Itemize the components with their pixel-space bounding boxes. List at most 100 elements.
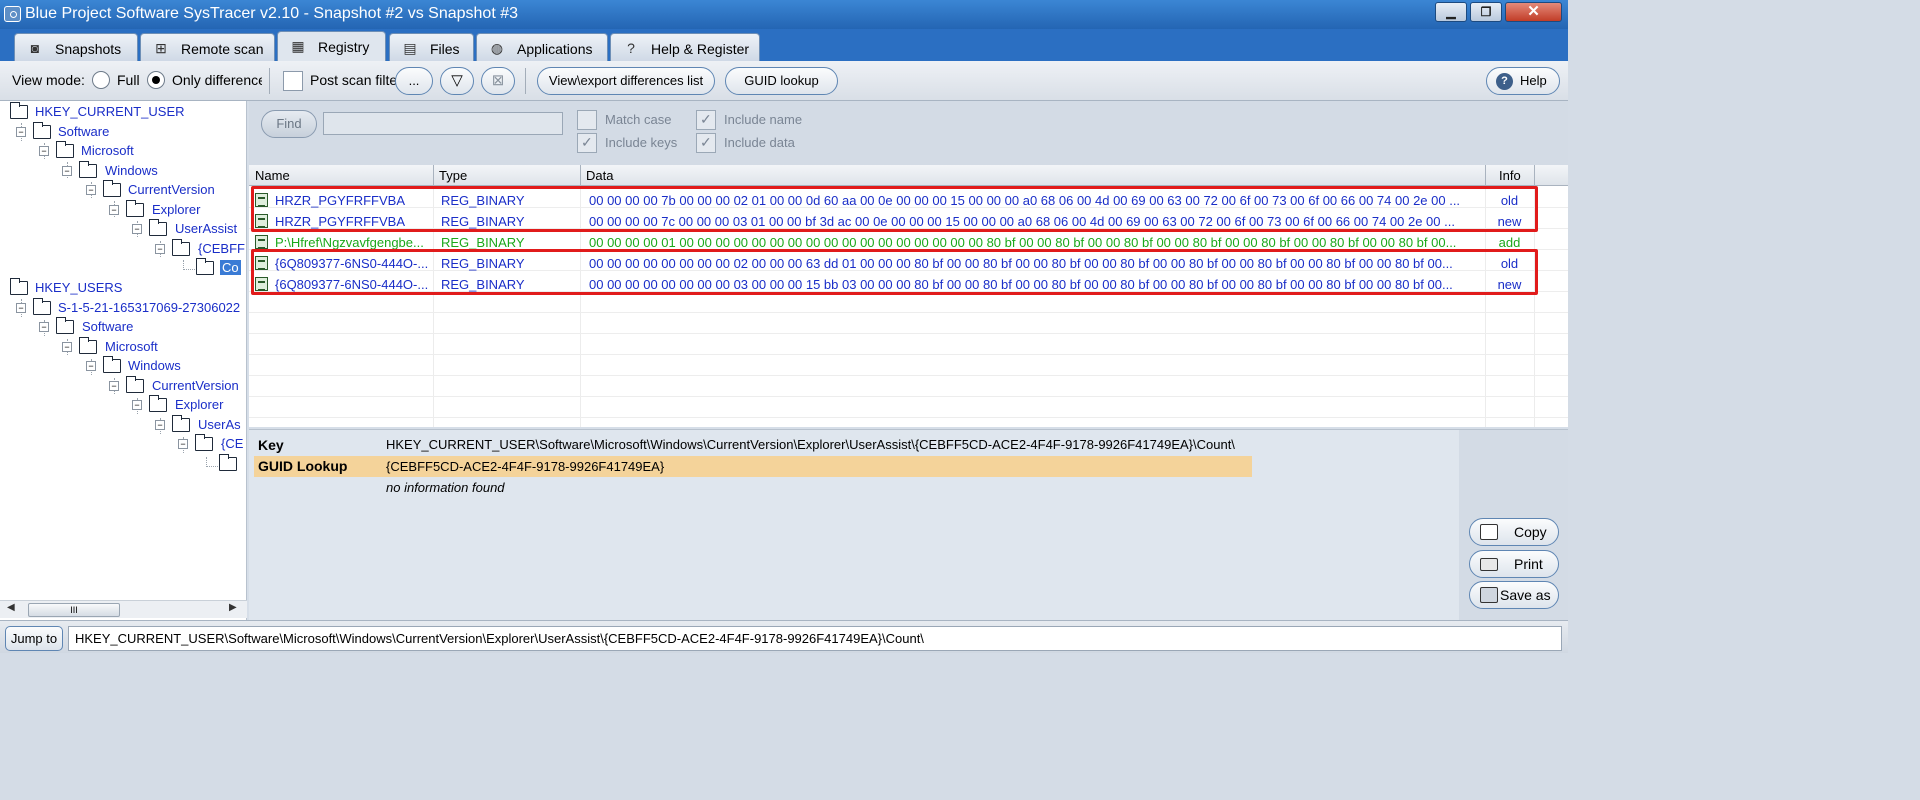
- collapse-icon[interactable]: −: [39, 322, 49, 332]
- camera-icon: ◙: [30, 40, 40, 56]
- view-export-differences-button[interactable]: View\export differences list: [537, 67, 715, 95]
- clear-filter-icon[interactable]: ⊠: [481, 67, 515, 95]
- tree-horizontal-scrollbar[interactable]: ◀ III ▶: [0, 600, 247, 618]
- tree-node-explorer[interactable]: − Explorer: [0, 200, 246, 220]
- column-header-info[interactable]: Info: [1499, 168, 1521, 183]
- tree-node-count[interactable]: Co: [0, 258, 246, 278]
- tree-node-microsoft[interactable]: − Microsoft: [0, 141, 246, 161]
- jump-to-button[interactable]: Jump to: [5, 626, 63, 651]
- tree-node-explorer[interactable]: − Explorer: [0, 395, 246, 415]
- collapse-icon[interactable]: −: [155, 420, 165, 430]
- tab-label: Snapshots: [55, 41, 122, 57]
- tree-node-currentversion[interactable]: − CurrentVersion: [0, 376, 246, 396]
- collapse-icon[interactable]: −: [178, 439, 188, 449]
- tree-node-software[interactable]: − Software: [0, 122, 246, 142]
- jump-path-input[interactable]: HKEY_CURRENT_USER\Software\Microsoft\Win…: [68, 626, 1562, 651]
- tab-applications[interactable]: ◍ Applications: [476, 33, 608, 61]
- grid-header: Name Type Data Info: [249, 165, 1568, 186]
- collapse-icon[interactable]: −: [155, 244, 165, 254]
- collapse-icon[interactable]: −: [109, 381, 119, 391]
- collapse-icon[interactable]: −: [86, 361, 96, 371]
- tree-node-cebff[interactable]: − {CEBFF: [0, 239, 246, 259]
- collapse-icon[interactable]: −: [86, 185, 96, 195]
- tree-node-hkey-current-user[interactable]: HKEY_CURRENT_USER: [0, 102, 246, 122]
- systracer-window: Blue Project Software SysTracer v2.10 - …: [0, 0, 1568, 653]
- collapse-icon[interactable]: −: [132, 400, 142, 410]
- find-button[interactable]: Find: [261, 110, 317, 138]
- collapse-icon[interactable]: −: [132, 224, 142, 234]
- full-label: Full: [117, 72, 140, 88]
- collapse-icon[interactable]: −: [16, 303, 26, 313]
- scroll-right-icon[interactable]: ▶: [229, 602, 237, 613]
- full-radio[interactable]: [92, 71, 110, 89]
- maximize-button[interactable]: ❐: [1470, 2, 1502, 22]
- filter-options-button[interactable]: ...: [395, 67, 433, 95]
- registry-tree: HKEY_CURRENT_USER − Software − Microsoft…: [0, 101, 247, 620]
- tree-node-label: Windows: [105, 163, 158, 178]
- folder-icon: [172, 415, 190, 432]
- guid-lookup-label: GUID Lookup: [258, 458, 348, 474]
- print-button[interactable]: Print: [1469, 550, 1559, 578]
- tree-node-software[interactable]: − Software: [0, 317, 246, 337]
- tree-node-user-sid[interactable]: − S-1-5-21-165317069-27306022: [0, 298, 246, 318]
- checkbox-box: [577, 133, 597, 153]
- tree-node-label: Explorer: [175, 397, 224, 412]
- toolbar-separator: [269, 68, 270, 94]
- copy-button[interactable]: Copy: [1469, 518, 1559, 546]
- include-keys-label: Include keys: [605, 135, 678, 150]
- collapse-icon[interactable]: −: [62, 342, 72, 352]
- registry-icon: ▦: [291, 37, 305, 54]
- only-differences-label: Only differences: [172, 72, 262, 88]
- collapse-icon[interactable]: −: [109, 205, 119, 215]
- tab-registry[interactable]: ▦ Registry: [277, 31, 386, 62]
- tree-node-microsoft[interactable]: − Microsoft: [0, 337, 246, 357]
- close-button[interactable]: ✕: [1505, 2, 1562, 22]
- tab-files[interactable]: ▤ Files: [389, 33, 474, 61]
- tree-node-label: Software: [58, 124, 110, 139]
- printer-icon: [1480, 558, 1498, 571]
- column-header-data[interactable]: Data: [586, 168, 613, 183]
- tab-remote-scan[interactable]: ⊞ Remote scan: [140, 33, 275, 61]
- jump-bar: Jump to HKEY_CURRENT_USER\Software\Micro…: [0, 620, 1568, 653]
- tree-node-windows[interactable]: − Windows: [0, 356, 246, 376]
- help-button[interactable]: ? Help: [1486, 67, 1560, 95]
- collapse-icon[interactable]: −: [39, 146, 49, 156]
- tree-node-windows[interactable]: − Windows: [0, 161, 246, 181]
- tree-node-label: Co: [220, 260, 241, 275]
- folder-icon: [126, 376, 144, 393]
- help-circle-icon: ?: [1496, 73, 1513, 90]
- tree-node-ce[interactable]: − {CE: [0, 434, 246, 454]
- only-differences-radio[interactable]: [147, 71, 165, 89]
- filter-icon[interactable]: ▽: [440, 67, 474, 95]
- applications-icon: ◍: [490, 39, 504, 56]
- tree-node-label: UserAs: [198, 417, 241, 432]
- save-as-button[interactable]: Save as: [1469, 581, 1559, 609]
- tab-help-register[interactable]: ? Help & Register: [610, 33, 760, 61]
- find-input[interactable]: [323, 112, 563, 135]
- folder-icon: [33, 122, 51, 139]
- folder-icon: [79, 161, 97, 178]
- guid-lookup-button[interactable]: GUID lookup: [725, 67, 838, 95]
- highlight-box: [251, 186, 1538, 232]
- tab-bar: ◙ Snapshots ⊞ Remote scan ▦ Registry ▤ F…: [0, 29, 1568, 62]
- tab-label: Files: [430, 41, 460, 57]
- collapse-icon[interactable]: −: [62, 166, 72, 176]
- tree-node-hkey-users[interactable]: HKEY_USERS: [0, 278, 246, 298]
- tree-node-userassist[interactable]: − UserAs: [0, 415, 246, 435]
- scroll-thumb[interactable]: III: [28, 603, 120, 617]
- column-header-type[interactable]: Type: [439, 168, 467, 183]
- folder-icon: [172, 239, 190, 256]
- tree-node-currentversion[interactable]: − CurrentVersion: [0, 180, 246, 200]
- tab-snapshots[interactable]: ◙ Snapshots: [14, 33, 138, 61]
- tree-node-leaf[interactable]: [0, 454, 246, 474]
- column-header-name[interactable]: Name: [255, 168, 290, 183]
- tree-node-userassist[interactable]: − UserAssist: [0, 219, 246, 239]
- post-scan-filter-checkbox[interactable]: [283, 71, 303, 91]
- copy-icon: [1480, 524, 1498, 540]
- minimize-button[interactable]: ▁: [1435, 2, 1467, 22]
- folder-icon: [56, 141, 74, 158]
- tree-node-label: {CEBFF: [198, 241, 245, 256]
- scroll-left-icon[interactable]: ◀: [7, 602, 15, 613]
- help-icon: ?: [627, 40, 635, 56]
- collapse-icon[interactable]: −: [16, 127, 26, 137]
